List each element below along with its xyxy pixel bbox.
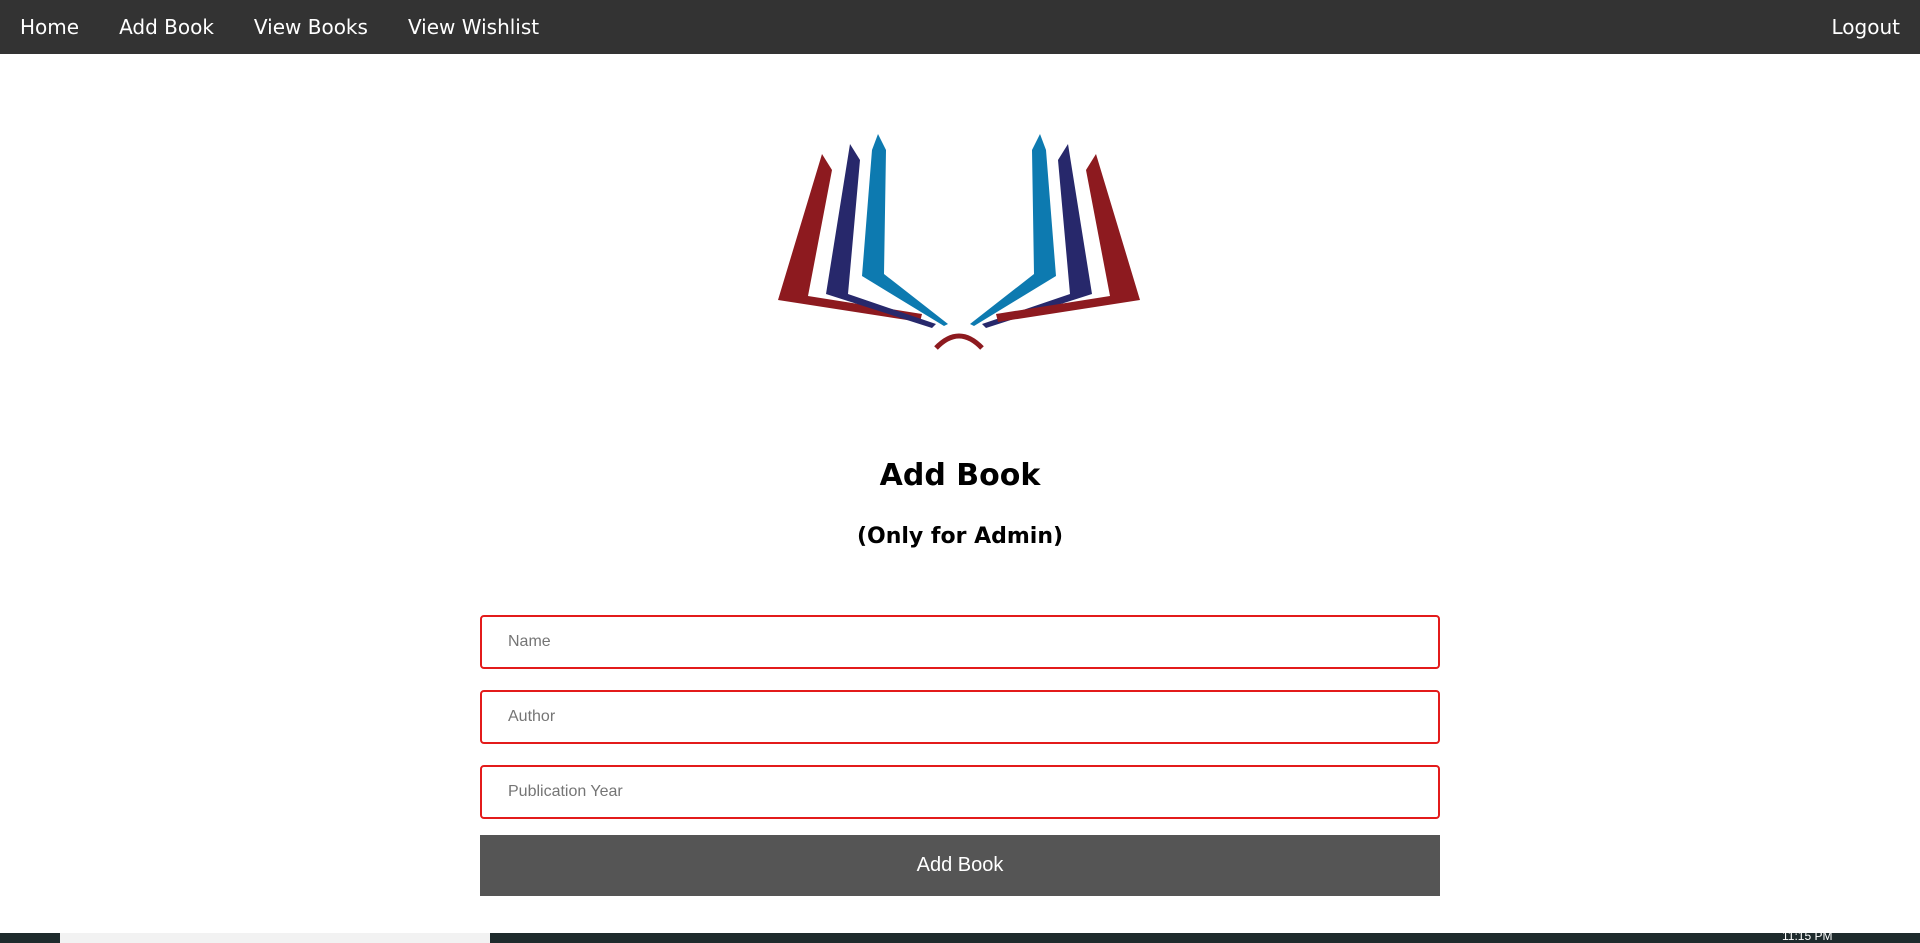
open-book-logo-icon xyxy=(778,134,1140,350)
logo-right-blue-page xyxy=(970,134,1056,326)
logo-spine-arc xyxy=(934,333,984,350)
nav-view-books-link[interactable]: View Books xyxy=(234,0,388,54)
nav-home-link[interactable]: Home xyxy=(0,0,99,54)
nav-add-book-link[interactable]: Add Book xyxy=(99,0,234,54)
os-taskbar: 11:15 PM xyxy=(0,933,1920,943)
page-title: Add Book xyxy=(879,458,1041,493)
publication-year-input[interactable] xyxy=(480,765,1440,819)
taskbar-clock[interactable]: 11:15 PM xyxy=(1782,933,1832,943)
name-input[interactable] xyxy=(480,615,1440,669)
page-subtitle: (Only for Admin) xyxy=(856,524,1064,549)
taskbar-search-box[interactable] xyxy=(60,933,490,943)
top-navbar: Home Add Book View Books View Wishlist L… xyxy=(0,0,1920,54)
nav-view-wishlist-link[interactable]: View Wishlist xyxy=(388,0,559,54)
add-book-button[interactable]: Add Book xyxy=(480,835,1440,896)
nav-logout-link[interactable]: Logout xyxy=(1812,0,1920,54)
author-input[interactable] xyxy=(480,690,1440,744)
logo-left-blue-page xyxy=(862,134,948,326)
